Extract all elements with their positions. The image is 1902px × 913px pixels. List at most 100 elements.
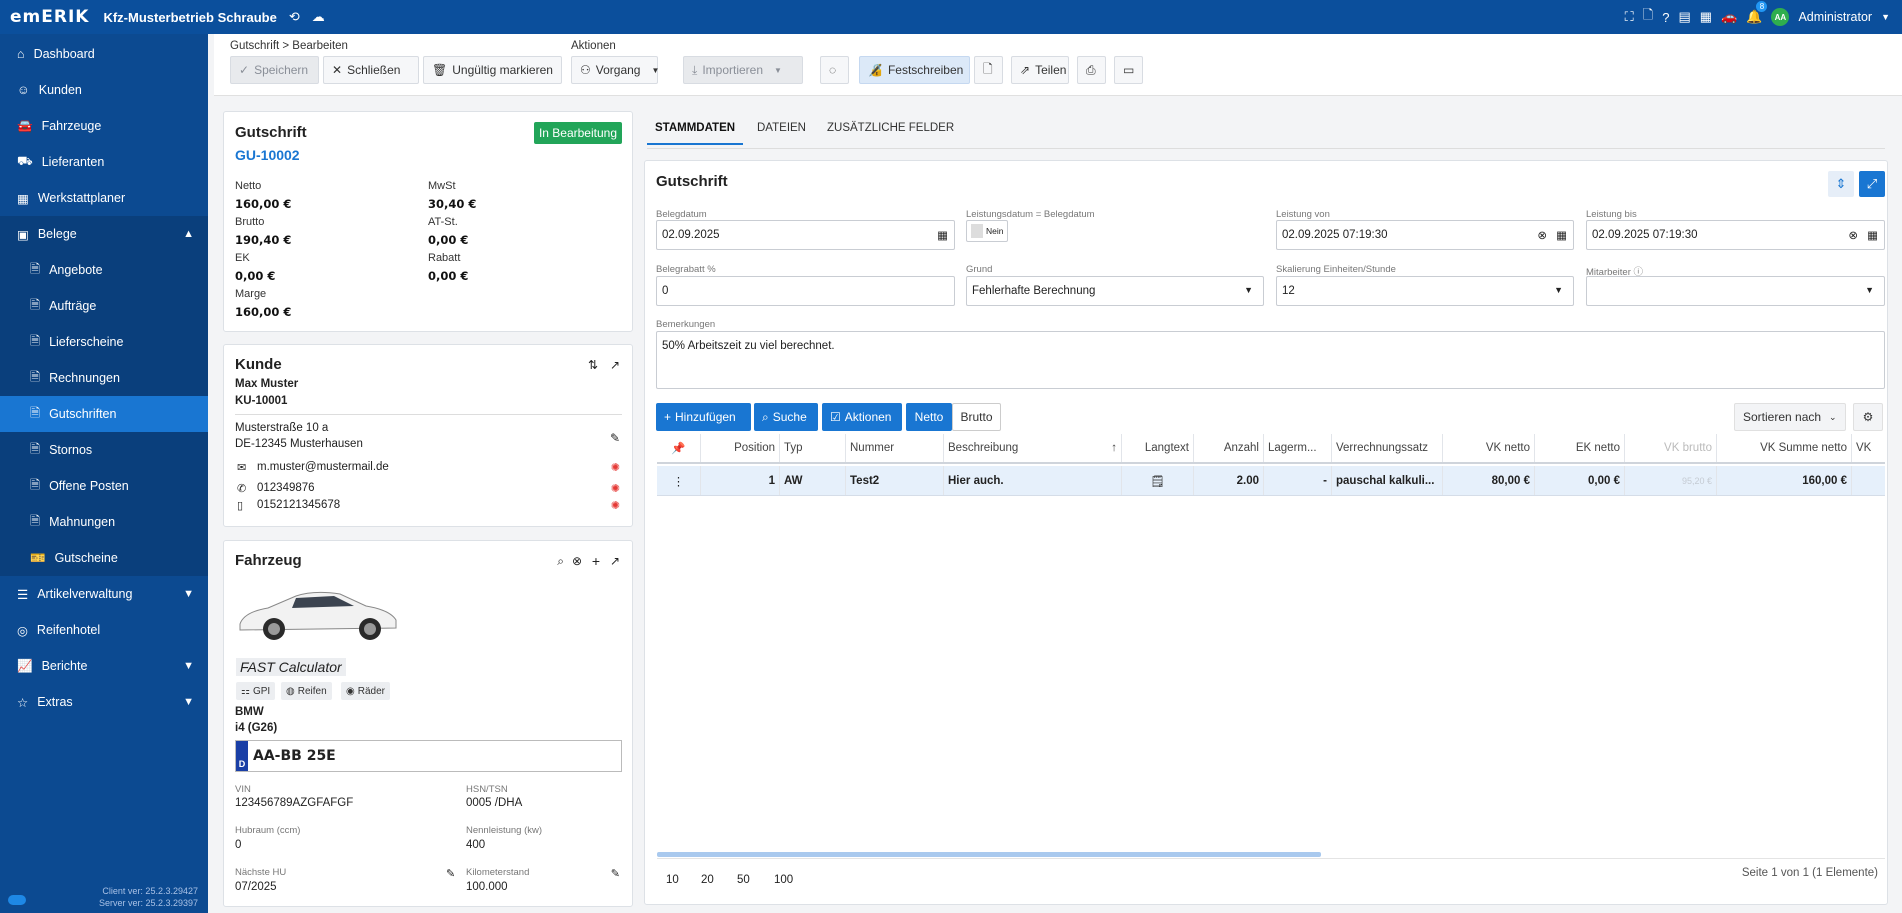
mark-invalid-button[interactable]: 🗑 Ungültig markieren (423, 56, 562, 84)
alert-icon[interactable]: ✺ (611, 499, 620, 512)
sidebar-item-fahrzeuge[interactable]: 🚘 Fahrzeuge (0, 108, 208, 144)
leistung-eq-toggle[interactable]: Nein (966, 220, 1009, 242)
col-ek-netto[interactable]: EK netto (1535, 434, 1625, 462)
cell-langtext[interactable]: 🗒 (1122, 466, 1194, 495)
sidebar-item-werkstattplaner[interactable]: ▦ Werkstattplaner (0, 180, 208, 216)
calendar-icon[interactable]: ▦ (1700, 9, 1712, 25)
sidebar-item-berichte[interactable]: 📈 Berichte ▼ (0, 648, 208, 684)
sidebar-item-kunden[interactable]: ☺ Kunden (0, 72, 208, 108)
sidebar-item-dashboard[interactable]: ⌂ Dashboard (0, 36, 208, 72)
actions-button[interactable]: ☑ Aktionen (822, 403, 902, 431)
cloud-sync-icon[interactable]: ☁ (312, 9, 325, 25)
history-icon[interactable]: ⟲ (289, 9, 300, 25)
mitarbeiter-select[interactable]: ▼ (1586, 276, 1885, 306)
customer-mobile[interactable]: 0152121345678 (257, 499, 340, 511)
col-satz[interactable]: Verrechnungssatz (1332, 434, 1443, 462)
add-button[interactable]: + Hinzufügen (656, 403, 751, 431)
fullscreen-icon[interactable]: ⛶ (1625, 9, 1634, 25)
process-button[interactable]: ⚇ Vorgang ▼ (571, 56, 659, 84)
customer-phone[interactable]: 012349876 (257, 482, 315, 494)
grund-select[interactable]: Fehlerhafte Berechnung ▼ (966, 276, 1264, 306)
netto-toggle[interactable]: Netto (906, 403, 952, 431)
file-icon[interactable]: 🗋 (1643, 6, 1653, 28)
customer-email[interactable]: m.muster@mustermail.de (257, 461, 389, 473)
brutto-toggle[interactable]: Brutto (952, 403, 1001, 431)
pin-column[interactable]: 📌 (657, 434, 701, 462)
theme-toggle[interactable] (8, 895, 26, 905)
col-lager[interactable]: Lagerm... (1264, 434, 1332, 462)
col-vk-netto[interactable]: VK netto (1443, 434, 1535, 462)
share-button[interactable]: ⇗ Teilen (1011, 56, 1069, 84)
page-size-100[interactable]: 100 (774, 874, 793, 886)
close-circle-icon[interactable]: ⊗ (572, 554, 582, 568)
page-size-50[interactable]: 50 (737, 874, 750, 886)
alert-icon[interactable]: ✺ (611, 482, 620, 495)
leistung-von-field[interactable]: 02.09.2025 07:19:30 ⊗ ▦ (1276, 220, 1574, 250)
sidebar-item-extras[interactable]: ☆ Extras ▼ (0, 684, 208, 720)
bemerk-textarea[interactable]: 50% Arbeitszeit zu viel berechnet. (656, 331, 1885, 389)
sort-dropdown[interactable]: Sortieren nach ⌄ (1734, 403, 1846, 431)
col-beschreibung[interactable]: Beschreibung ↑ (944, 434, 1122, 462)
sidebar-item-offene-posten[interactable]: 🗎 Offene Posten (0, 468, 208, 504)
finalize-button[interactable]: 🔏 Festschreiben (859, 56, 970, 84)
settings-button[interactable]: ⚙ (1853, 403, 1883, 431)
chevron-down-icon[interactable]: ▼ (1881, 12, 1890, 22)
col-vk[interactable]: VK (1852, 434, 1885, 462)
page-size-10[interactable]: 10 (666, 874, 679, 886)
document-button[interactable]: 🗋 (974, 56, 1003, 84)
chip-tires[interactable]: ◍ Reifen (281, 682, 332, 700)
tab-dateien[interactable]: DATEIEN (757, 122, 806, 134)
search-icon[interactable]: ⌕ (557, 554, 564, 569)
sidebar-item-stornos[interactable]: 🗎 Stornos (0, 432, 208, 468)
sidebar-item-auftraege[interactable]: 🗎 Aufträge (0, 288, 208, 324)
print-button[interactable]: ⎙ (1077, 56, 1106, 84)
row-menu[interactable]: ⋮ (657, 466, 701, 495)
edit-km-icon[interactable]: ✎ (611, 867, 620, 880)
col-position[interactable]: Position (701, 434, 780, 462)
edit-hu-icon[interactable]: ✎ (446, 867, 455, 880)
edit-address-icon[interactable]: ✎ (610, 431, 620, 445)
calendar-icon[interactable]: ▦ (1867, 228, 1878, 242)
sidebar-item-belege[interactable]: ▣ Belege ▲ (0, 216, 208, 252)
app-logo[interactable]: emERIK (10, 7, 89, 27)
sidebar-item-lieferanten[interactable]: ⛟ Lieferanten (0, 144, 208, 180)
sidebar-item-angebote[interactable]: 🗎 Angebote (0, 252, 208, 288)
leistung-bis-field[interactable]: 02.09.2025 07:19:30 ⊗ ▦ (1586, 220, 1885, 250)
tab-zusaetzliche-felder[interactable]: ZUSÄTZLICHE FELDER (827, 122, 954, 134)
page-size-20[interactable]: 20 (701, 874, 714, 886)
col-anzahl[interactable]: Anzahl (1194, 434, 1264, 462)
sidebar-item-artikelverwaltung[interactable]: ☰ Artikelverwaltung ▼ (0, 576, 208, 612)
open-external-icon[interactable]: ↗ (610, 358, 620, 372)
skal-select[interactable]: 12 ▼ (1276, 276, 1574, 306)
add-icon[interactable]: + (592, 553, 600, 569)
sidebar-item-lieferscheine[interactable]: 🗎 Lieferscheine (0, 324, 208, 360)
sidebar-item-gutschriften[interactable]: 🗎 Gutschriften (0, 396, 208, 432)
table-row[interactable]: ⋮ 1 AW Test2 Hier auch. 🗒 2.00 - pauscha… (657, 466, 1885, 496)
sidebar-item-gutscheine[interactable]: 🎫 Gutscheine (0, 540, 208, 576)
save-button[interactable]: ✓ Speichern (230, 56, 319, 84)
help-icon[interactable]: ? (1662, 10, 1669, 25)
bell-icon[interactable]: 🔔 8 (1746, 1, 1768, 25)
chip-wheels[interactable]: ◉ Räder (341, 682, 390, 700)
col-vk-brutto[interactable]: VK brutto (1625, 434, 1717, 462)
sidebar-item-rechnungen[interactable]: 🗎 Rechnungen (0, 360, 208, 396)
chip-gpi[interactable]: ⚏ GPI (236, 682, 276, 700)
alert-icon[interactable]: ✺ (611, 461, 620, 474)
fast-calculator-logo[interactable]: FAST Calculator (236, 658, 346, 676)
belegdatum-field[interactable]: 02.09.2025 ▦ (656, 220, 955, 250)
open-external-icon[interactable]: ↗ (610, 554, 620, 568)
clipboard-icon[interactable]: ▤ (1678, 9, 1690, 25)
col-vk-summe[interactable]: VK Summe netto (1717, 434, 1852, 462)
sidebar-item-reifenhotel[interactable]: ◎ Reifenhotel (0, 612, 208, 648)
col-typ[interactable]: Typ (780, 434, 846, 462)
document-number[interactable]: GU-10002 (235, 147, 300, 163)
user-name[interactable]: Administrator (1798, 10, 1872, 24)
clear-icon[interactable]: ⊗ (1537, 228, 1547, 242)
col-langtext[interactable]: Langtext (1122, 434, 1194, 462)
hide-button[interactable]: ◌ (820, 56, 849, 84)
calendar-icon[interactable]: ▦ (1556, 228, 1567, 242)
close-button[interactable]: ✕ Schließen (323, 56, 419, 84)
car-icon[interactable]: 🚗 (1721, 9, 1737, 25)
customer-switch-icon[interactable]: ⇅ (588, 358, 598, 372)
col-nummer[interactable]: Nummer (846, 434, 944, 462)
